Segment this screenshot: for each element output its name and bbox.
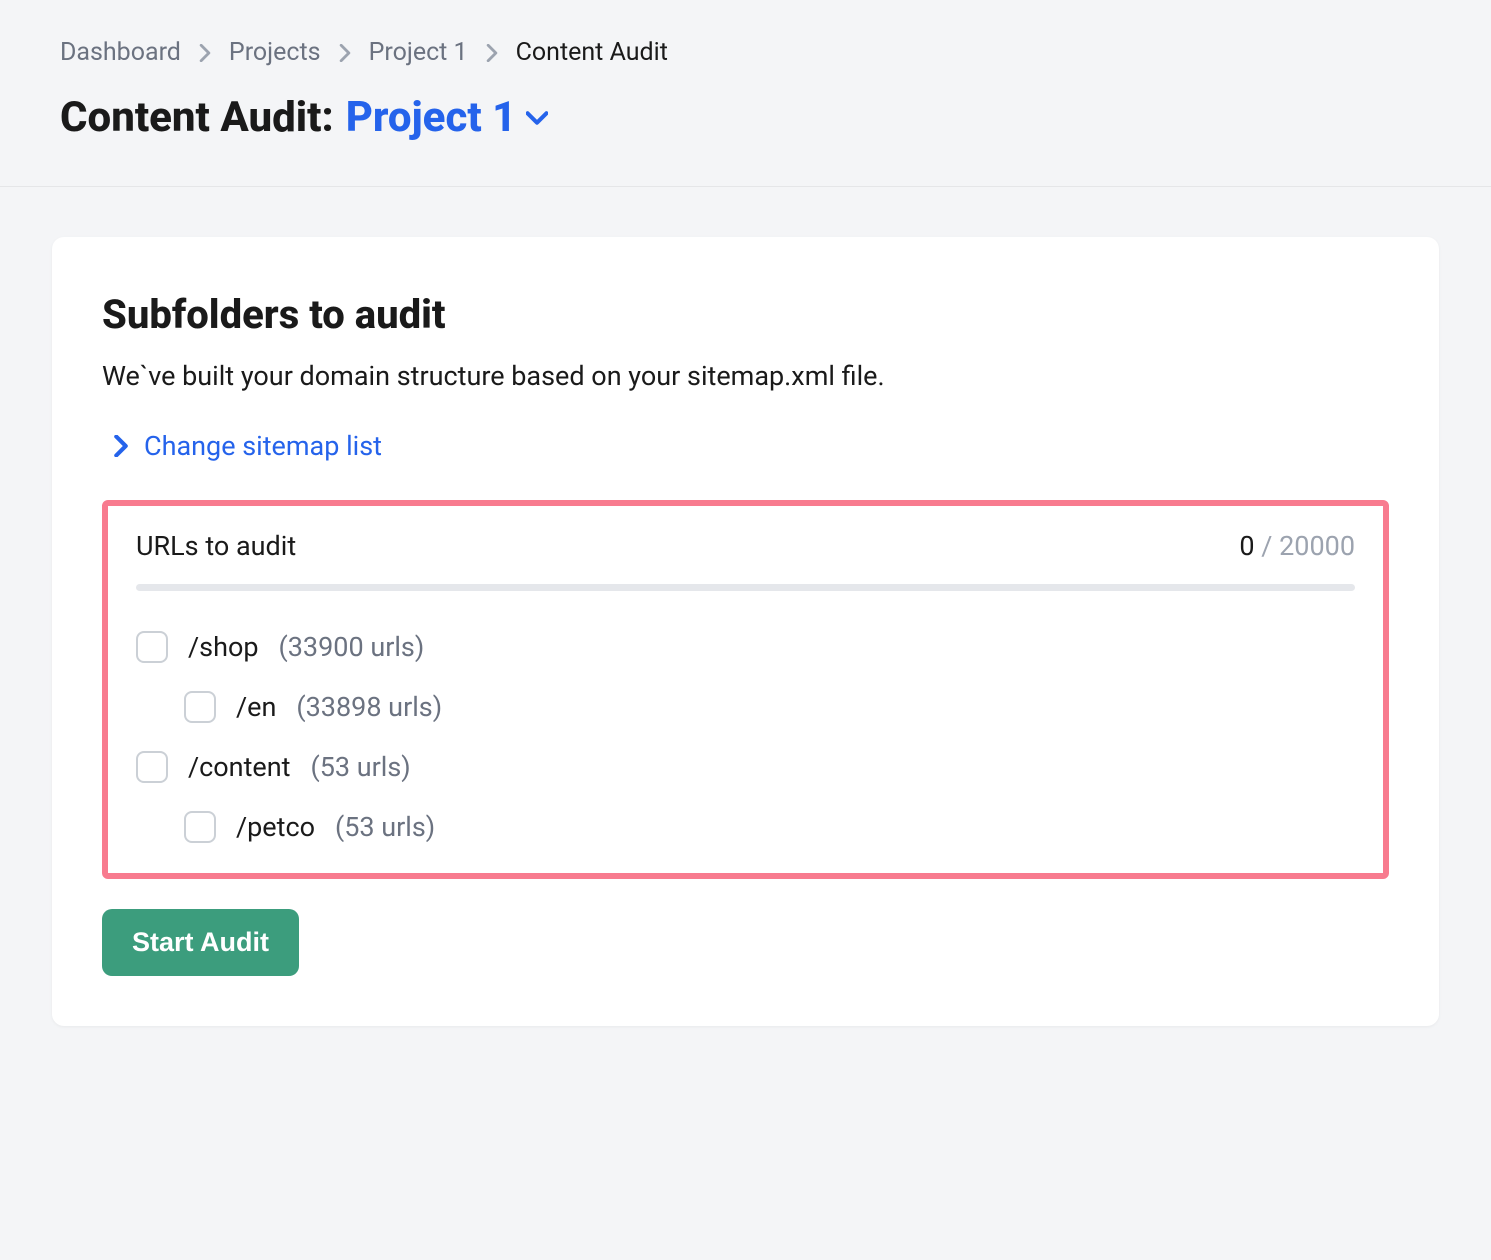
folder-item-shop: /shop (33900 urls) (136, 631, 1355, 663)
folder-item-en: /en (33898 urls) (184, 691, 1355, 723)
urls-counter-row: URLs to audit 0 / 20000 (136, 530, 1355, 562)
folder-list: /shop (33900 urls) /en (33898 urls) /con… (136, 631, 1355, 843)
card-subtitle: We`ve built your domain structure based … (102, 360, 1389, 392)
chevron-down-icon (526, 111, 548, 125)
folder-count: (53 urls) (335, 811, 435, 843)
urls-current: 0 (1239, 530, 1254, 562)
breadcrumb-item-dashboard[interactable]: Dashboard (60, 38, 181, 67)
urls-selection-box: URLs to audit 0 / 20000 /shop (33900 url… (102, 500, 1389, 879)
page-header: Dashboard Projects Project 1 Content Aud… (0, 0, 1491, 187)
chevron-right-icon (486, 44, 498, 62)
urls-to-audit-label: URLs to audit (136, 530, 296, 562)
change-sitemap-label: Change sitemap list (144, 430, 382, 462)
folder-path: /content (188, 751, 290, 783)
start-audit-button[interactable]: Start Audit (102, 909, 299, 976)
breadcrumb-item-project-1[interactable]: Project 1 (369, 38, 468, 67)
breadcrumb-item-projects[interactable]: Projects (229, 38, 321, 67)
folder-checkbox[interactable] (184, 691, 216, 723)
urls-count: 0 / 20000 (1239, 530, 1355, 562)
chevron-right-icon (199, 44, 211, 62)
chevron-right-icon (114, 435, 128, 457)
folder-checkbox[interactable] (136, 631, 168, 663)
card-title: Subfolders to audit (102, 291, 1389, 338)
folder-path: /en (236, 691, 276, 723)
content-area: Subfolders to audit We`ve built your dom… (0, 187, 1491, 1076)
folder-item-petco: /petco (53 urls) (184, 811, 1355, 843)
breadcrumb-item-current: Content Audit (516, 38, 668, 67)
folder-path: /shop (188, 631, 259, 663)
breadcrumb: Dashboard Projects Project 1 Content Aud… (60, 38, 1431, 67)
change-sitemap-link[interactable]: Change sitemap list (114, 430, 382, 462)
project-selector-label: Project 1 (346, 93, 517, 142)
folder-checkbox[interactable] (136, 751, 168, 783)
folder-count: (53 urls) (310, 751, 410, 783)
page-title: Content Audit: Project 1 (60, 93, 1431, 142)
subfolders-card: Subfolders to audit We`ve built your dom… (52, 237, 1439, 1026)
folder-count: (33900 urls) (279, 631, 425, 663)
urls-max: 20000 (1279, 530, 1355, 562)
urls-sep: / (1255, 530, 1280, 562)
folder-item-content: /content (53 urls) (136, 751, 1355, 783)
folder-count: (33898 urls) (296, 691, 442, 723)
chevron-right-icon (339, 44, 351, 62)
folder-path: /petco (236, 811, 315, 843)
project-selector[interactable]: Project 1 (346, 93, 549, 142)
page-title-prefix: Content Audit: (60, 93, 334, 142)
folder-checkbox[interactable] (184, 811, 216, 843)
urls-progress-bar (136, 584, 1355, 591)
